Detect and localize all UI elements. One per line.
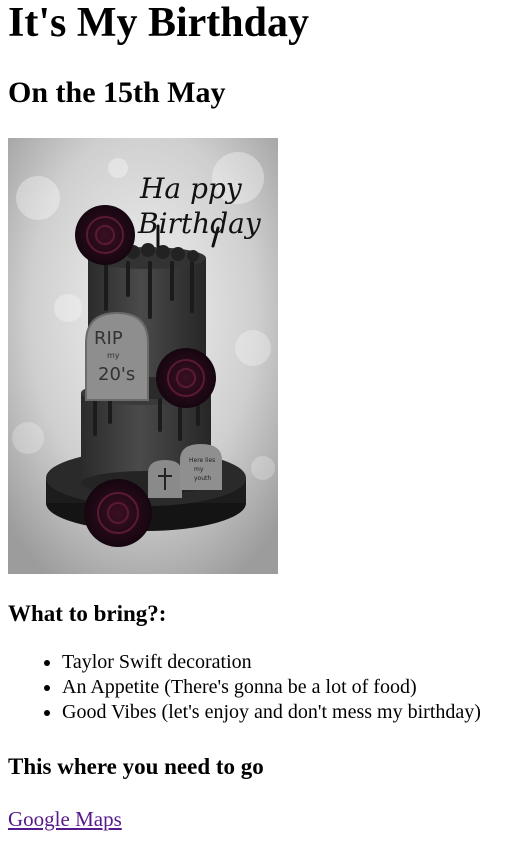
svg-text:RIP: RIP bbox=[94, 328, 123, 349]
svg-text:20's: 20's bbox=[98, 364, 135, 385]
svg-text:Here lies: Here lies bbox=[189, 457, 215, 464]
bring-heading: What to bring?: bbox=[8, 601, 167, 626]
cake-image: Ha ppy Birthday RIP my 20's Here lies my… bbox=[8, 138, 278, 574]
page: It's My Birthday On the 15th May Ha ppy … bbox=[0, 0, 524, 832]
page-title: It's My Birthday bbox=[8, 0, 310, 46]
bring-list: Taylor Swift decoration An Appetite (The… bbox=[8, 650, 516, 725]
google-maps-link[interactable]: Google Maps bbox=[8, 806, 122, 832]
svg-text:youth: youth bbox=[194, 475, 211, 482]
list-item: Good Vibes (let's enjoy and don't mess m… bbox=[62, 700, 516, 725]
svg-text:Birthday: Birthday bbox=[137, 207, 262, 240]
date-heading: On the 15th May bbox=[8, 76, 226, 109]
directions-heading: This where you need to go bbox=[8, 754, 264, 779]
list-item: Taylor Swift decoration bbox=[62, 650, 516, 675]
svg-text:Ha ppy: Ha ppy bbox=[139, 172, 243, 205]
svg-text:my: my bbox=[194, 466, 204, 473]
svg-text:my: my bbox=[107, 351, 120, 360]
list-item: An Appetite (There's gonna be a lot of f… bbox=[62, 675, 516, 700]
